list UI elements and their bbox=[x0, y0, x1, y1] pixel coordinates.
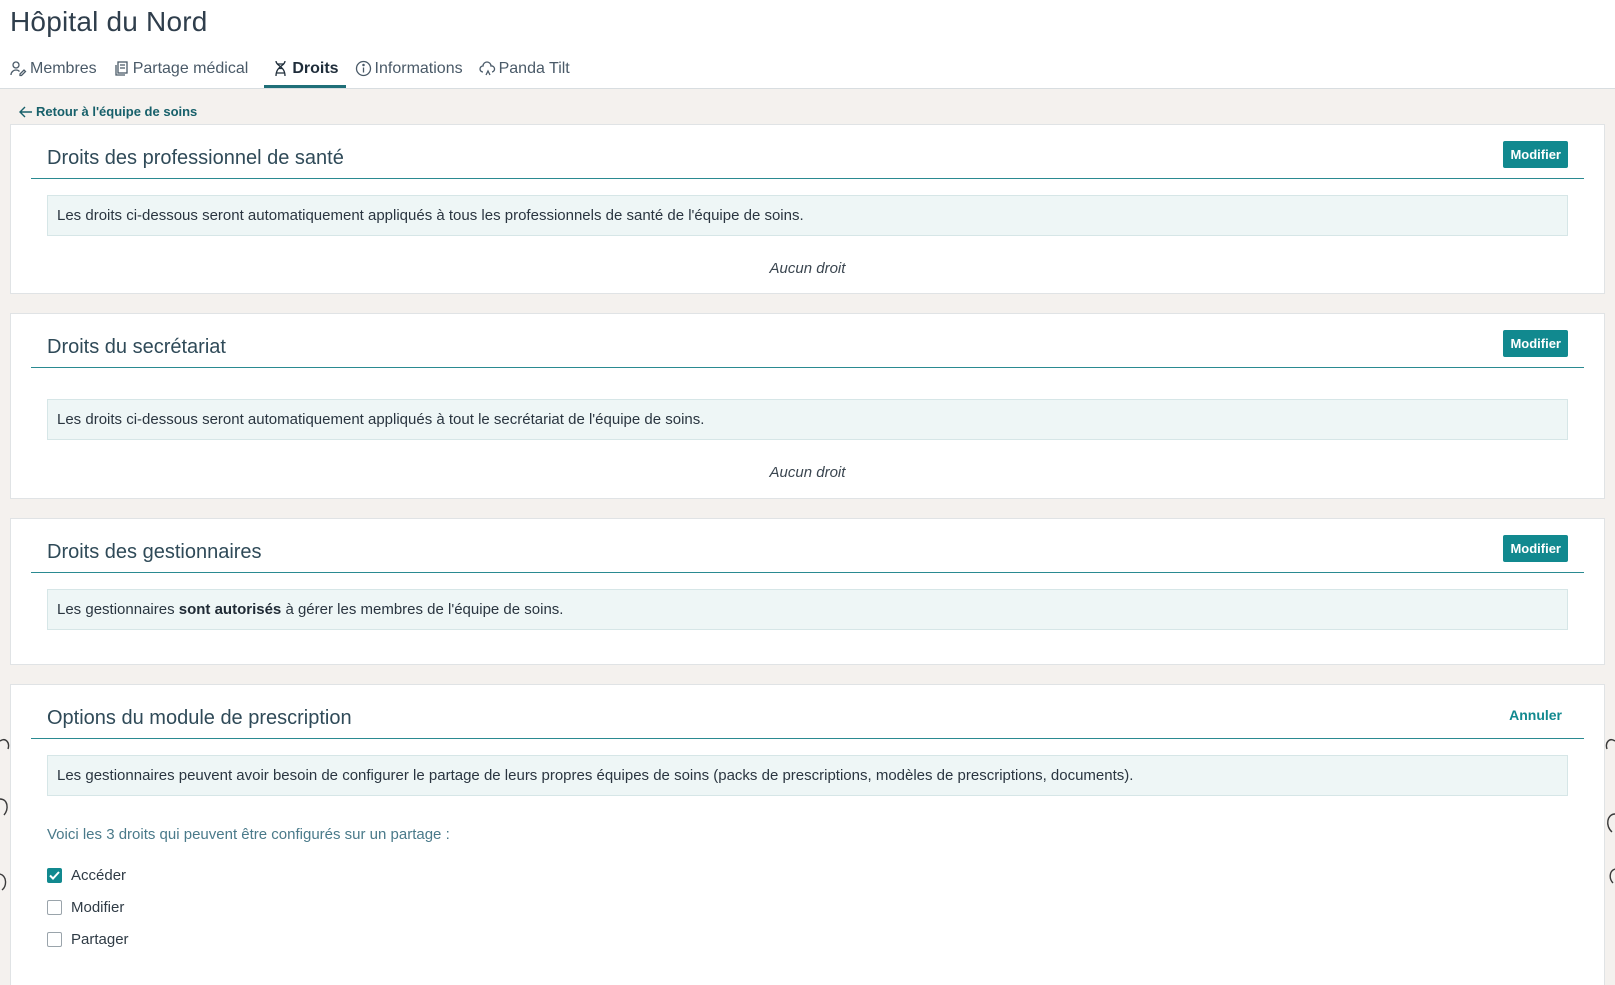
checkbox-unchecked[interactable] bbox=[47, 899, 62, 915]
user-pen-icon bbox=[10, 60, 27, 77]
info-text-before: Les gestionnaires bbox=[57, 601, 179, 618]
checkbox-partager[interactable]: Partager bbox=[47, 923, 1604, 955]
tab-droits[interactable]: Droits bbox=[264, 52, 346, 88]
checkbox-modifier[interactable]: Modifier bbox=[47, 891, 1604, 923]
dna-icon bbox=[272, 60, 289, 77]
no-rights-text: Aucun droit bbox=[769, 464, 846, 481]
info-box: Les gestionnaires sont autorisés à gérer… bbox=[47, 589, 1568, 630]
modify-secretariat-rights-button[interactable]: Modifier bbox=[1503, 330, 1568, 357]
card-title: Droits des professionnel de santé bbox=[47, 147, 344, 169]
checkbox-checked[interactable] bbox=[47, 867, 62, 883]
card-header: Droits des professionnel de santé Modifi… bbox=[31, 125, 1584, 179]
arrow-left-icon bbox=[19, 106, 32, 117]
tab-panda-tilt[interactable]: Panda Tilt bbox=[479, 52, 577, 88]
card-title: Droits du secrétariat bbox=[47, 336, 226, 358]
main-content: Retour à l'équipe de soins Droits des pr… bbox=[0, 89, 1615, 985]
modify-pro-rights-button[interactable]: Modifier bbox=[1503, 141, 1568, 168]
card-title: Droits des gestionnaires bbox=[47, 541, 262, 563]
tab-informations[interactable]: Informations bbox=[355, 52, 470, 88]
tab-partage-medical[interactable]: Partage médical bbox=[113, 52, 256, 88]
check-icon bbox=[49, 870, 60, 880]
card-pro-rights: Droits des professionnel de santé Modifi… bbox=[10, 124, 1605, 294]
rights-checklist: Accéder Modifier Partager bbox=[47, 859, 1604, 955]
checkbox-label: Partager bbox=[71, 930, 129, 948]
cloud-sync-icon bbox=[479, 60, 496, 77]
cancel-button[interactable]: Annuler bbox=[1509, 707, 1562, 723]
info-box: Les droits ci-dessous seront automatique… bbox=[47, 195, 1568, 236]
modify-manager-rights-button[interactable]: Modifier bbox=[1503, 535, 1568, 562]
no-rights-text: Aucun droit bbox=[769, 260, 846, 277]
info-circle-icon bbox=[355, 60, 372, 77]
back-link-label: Retour à l'équipe de soins bbox=[36, 104, 198, 119]
back-to-care-team-link[interactable]: Retour à l'équipe de soins bbox=[19, 104, 197, 119]
tab-label: Droits bbox=[292, 59, 339, 77]
checkbox-label: Modifier bbox=[71, 898, 125, 916]
checkbox-acceder[interactable]: Accéder bbox=[47, 859, 1604, 891]
info-box: Les gestionnaires peuvent avoir besoin d… bbox=[47, 755, 1568, 796]
tab-bar: Membres Partage médical Droits Informati… bbox=[10, 50, 1615, 88]
page-title: Hôpital du Nord bbox=[10, 6, 208, 37]
card-header: Options du module de prescription Annule… bbox=[31, 685, 1584, 739]
tab-label: Panda Tilt bbox=[498, 59, 570, 77]
card-header: Droits du secrétariat Modifier bbox=[31, 314, 1584, 368]
card-title: Options du module de prescription bbox=[47, 707, 352, 729]
page-header: Hôpital du Nord Membres Partage médical … bbox=[0, 0, 1615, 89]
card-prescription-options: Options du module de prescription Annule… bbox=[10, 684, 1605, 985]
documents-icon bbox=[113, 60, 130, 77]
card-header: Droits des gestionnaires Modifier bbox=[31, 519, 1584, 573]
rights-hint: Voici les 3 droits qui peuvent être conf… bbox=[47, 826, 450, 843]
tab-label: Membres bbox=[30, 59, 97, 77]
info-text-bold: sont autorisés bbox=[178, 601, 282, 618]
info-box: Les droits ci-dessous seront automatique… bbox=[47, 399, 1568, 440]
checkbox-unchecked[interactable] bbox=[47, 931, 62, 947]
card-manager-rights: Droits des gestionnaires Modifier Les ge… bbox=[10, 518, 1605, 665]
tab-label: Partage médical bbox=[132, 59, 249, 77]
tab-label: Informations bbox=[374, 59, 463, 77]
card-secretariat-rights: Droits du secrétariat Modifier Les droit… bbox=[10, 313, 1605, 499]
checkbox-label: Accéder bbox=[71, 866, 127, 884]
info-text-after: à gérer les membres de l'équipe de soins… bbox=[281, 601, 564, 618]
tab-membres[interactable]: Membres bbox=[10, 52, 104, 88]
